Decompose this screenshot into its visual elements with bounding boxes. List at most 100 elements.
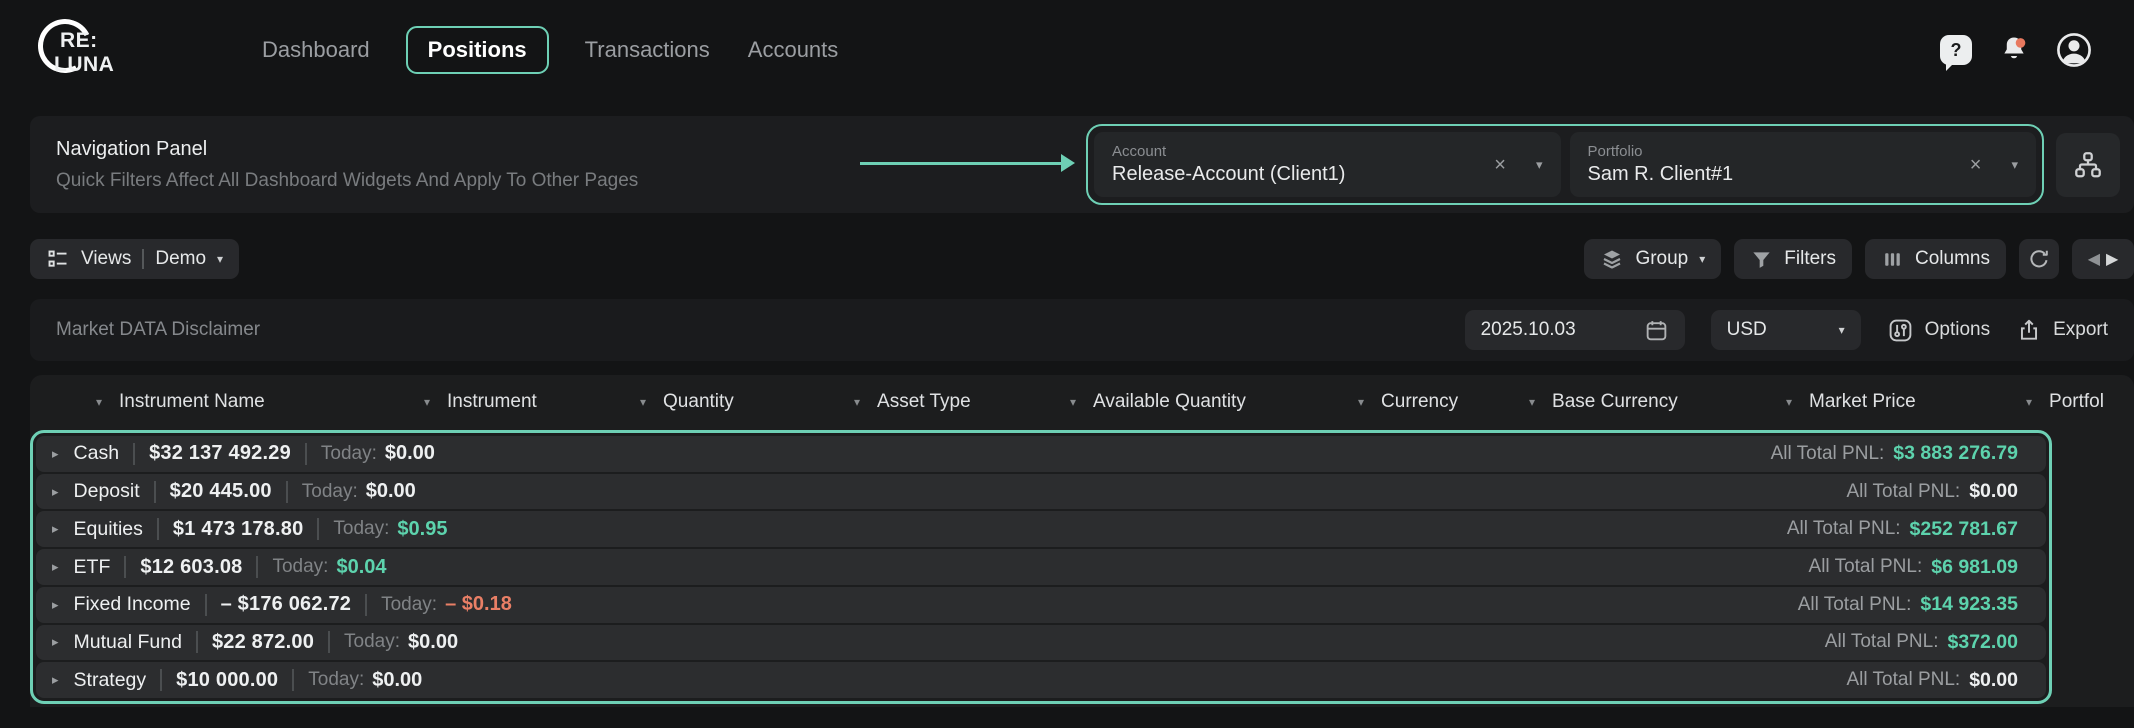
views-button[interactable]: Views Demo ▾: [30, 239, 239, 279]
header-available-quantity[interactable]: ▾Available Quantity: [1070, 391, 1246, 413]
portfolio-select[interactable]: Portfolio Sam R. Client#1 × ▾: [1570, 132, 2037, 197]
portfolio-chevron-down-icon[interactable]: ▾: [2011, 158, 2018, 171]
sitemap-icon: [2072, 149, 2104, 181]
portfolio-clear-icon[interactable]: ×: [1970, 155, 1982, 175]
currency-value: USD: [1727, 319, 1767, 341]
header-base-currency[interactable]: ▾Base Currency: [1529, 391, 1678, 413]
pnl-label: All Total PNL:: [1798, 594, 1912, 616]
pnl-label: All Total PNL:: [1846, 481, 1960, 503]
header-instrument[interactable]: ▾Instrument: [424, 391, 537, 413]
account-chevron-down-icon[interactable]: ▾: [1536, 158, 1543, 171]
options-button[interactable]: Options: [1887, 317, 1990, 344]
asset-groups-container: ▸ Cash $32 137 492.29 Today: $0.00 All T…: [30, 430, 2052, 704]
table-row[interactable]: ▸ Deposit $20 445.00 Today: $0.00 All To…: [36, 474, 2046, 510]
top-bar: RE: LUNA Dashboard Positions Transaction…: [0, 0, 2134, 100]
views-list-icon: [46, 247, 70, 271]
currency-select[interactable]: USD ▾: [1711, 310, 1861, 350]
date-value: 2025.10.03: [1481, 319, 1576, 341]
hierarchy-sitemap-button[interactable]: [2056, 133, 2120, 197]
export-button[interactable]: Export: [2016, 317, 2108, 343]
options-label: Options: [1925, 319, 1990, 341]
header-quantity[interactable]: ▾Quantity: [640, 391, 734, 413]
pnl-value: $3 883 276.79: [1893, 442, 2018, 465]
panel-title: Navigation Panel: [56, 138, 638, 161]
notifications-bell-icon[interactable]: [1997, 33, 2031, 67]
expand-row-icon[interactable]: ▸: [52, 484, 59, 500]
header-portfolio[interactable]: ▾Portfol: [2026, 391, 2104, 413]
group-label: Group: [1635, 248, 1688, 270]
user-avatar-icon[interactable]: [2056, 32, 2092, 68]
views-current-value: Demo: [155, 248, 206, 270]
pnl-value: $0.00: [1969, 480, 2018, 503]
tab-accounts[interactable]: Accounts: [746, 27, 841, 73]
expand-row-icon[interactable]: ▸: [52, 559, 59, 575]
table-row[interactable]: ▸ ETF $12 603.08 Today: $0.04 All Total …: [36, 549, 2046, 585]
pnl-label: All Total PNL:: [1771, 443, 1885, 465]
expand-row-icon[interactable]: ▸: [52, 521, 59, 537]
table-row[interactable]: ▸ Strategy $10 000.00 Today: $0.00 All T…: [36, 662, 2046, 698]
pnl-label: All Total PNL:: [1809, 556, 1923, 578]
tab-positions[interactable]: Positions: [406, 26, 549, 74]
table-row[interactable]: ▸ Mutual Fund $22 872.00 Today: $0.00 Al…: [36, 625, 2046, 661]
positions-table: ▾Instrument Name ▾Instrument ▾Quantity ▾…: [30, 375, 2134, 707]
pointer-arrow: [860, 162, 1062, 165]
group-button[interactable]: Group ▾: [1584, 239, 1721, 279]
tab-dashboard[interactable]: Dashboard: [260, 27, 372, 73]
tab-transactions[interactable]: Transactions: [583, 27, 712, 73]
group-name: Deposit: [74, 480, 140, 503]
expand-row-icon[interactable]: ▸: [52, 446, 59, 462]
market-data-disclaimer[interactable]: Market DATA Disclaimer: [56, 319, 260, 341]
today-value: $0.00: [385, 442, 435, 465]
views-chevron-down-icon: ▾: [217, 253, 223, 265]
filters-button[interactable]: Filters: [1734, 239, 1852, 279]
columns-icon: [1881, 248, 1904, 271]
topbar-icons: ?: [1940, 32, 2092, 68]
group-name: ETF: [74, 556, 111, 579]
group-amount: $12 603.08: [140, 556, 242, 579]
today-value: $0.95: [397, 518, 447, 541]
date-picker[interactable]: 2025.10.03: [1465, 310, 1685, 350]
pnl-value: $252 781.67: [1910, 518, 2018, 541]
table-row[interactable]: ▸ Equities $1 473 178.80 Today: $0.95 Al…: [36, 511, 2046, 547]
next-columns-icon[interactable]: ▶: [2106, 249, 2118, 269]
account-clear-icon[interactable]: ×: [1494, 155, 1506, 175]
market-data-bar: Market DATA Disclaimer 2025.10.03 USD ▾ …: [30, 299, 2134, 361]
group-amount: – $176 062.72: [221, 593, 352, 616]
chevron-down-icon: ▾: [1786, 396, 1792, 408]
columns-button[interactable]: Columns: [1865, 239, 2006, 279]
expand-row-icon[interactable]: ▸: [52, 597, 59, 613]
help-icon[interactable]: ?: [1940, 35, 1972, 65]
expand-row-icon[interactable]: ▸: [52, 672, 59, 688]
funnel-icon: [1750, 248, 1773, 271]
account-select[interactable]: Account Release-Account (Client1) × ▾: [1094, 132, 1561, 197]
refresh-button[interactable]: [2019, 239, 2059, 279]
group-amount: $1 473 178.80: [173, 518, 304, 541]
header-market-price[interactable]: ▾Market Price: [1786, 391, 1916, 413]
today-value: $0.00: [366, 480, 416, 503]
chevron-down-icon: ▾: [854, 396, 860, 408]
group-name: Cash: [74, 442, 120, 465]
chevron-down-icon: ▾: [1529, 396, 1535, 408]
portfolio-select-label: Portfolio: [1588, 143, 1734, 160]
grid-toolbar: Views Demo ▾ Group ▾ Filters: [30, 239, 2134, 279]
expand-row-icon[interactable]: ▸: [52, 634, 59, 650]
filters-label: Filters: [1784, 248, 1836, 270]
today-value: $0.04: [336, 556, 386, 579]
navigation-panel: Navigation Panel Quick Filters Affect Al…: [30, 116, 2134, 213]
navigation-panel-text: Navigation Panel Quick Filters Affect Al…: [56, 138, 638, 192]
account-select-label: Account: [1112, 143, 1345, 160]
help-glyph: ?: [1951, 40, 1962, 61]
today-label: Today:: [333, 518, 389, 540]
export-icon: [2016, 317, 2042, 343]
header-asset-type[interactable]: ▾Asset Type: [854, 391, 971, 413]
column-pager-button[interactable]: ◀ ▶: [2072, 239, 2134, 279]
table-row[interactable]: ▸ Fixed Income – $176 062.72 Today: – $0…: [36, 587, 2046, 623]
logo-text-bottom: LUNA: [54, 53, 114, 77]
header-instrument-name[interactable]: ▾Instrument Name: [96, 391, 265, 413]
chevron-down-icon: ▾: [96, 396, 102, 408]
pnl-label: All Total PNL:: [1825, 631, 1939, 653]
table-row[interactable]: ▸ Cash $32 137 492.29 Today: $0.00 All T…: [36, 436, 2046, 472]
pnl-value: $0.00: [1969, 669, 2018, 692]
prev-columns-icon[interactable]: ◀: [2088, 249, 2100, 269]
header-currency[interactable]: ▾Currency: [1358, 391, 1458, 413]
